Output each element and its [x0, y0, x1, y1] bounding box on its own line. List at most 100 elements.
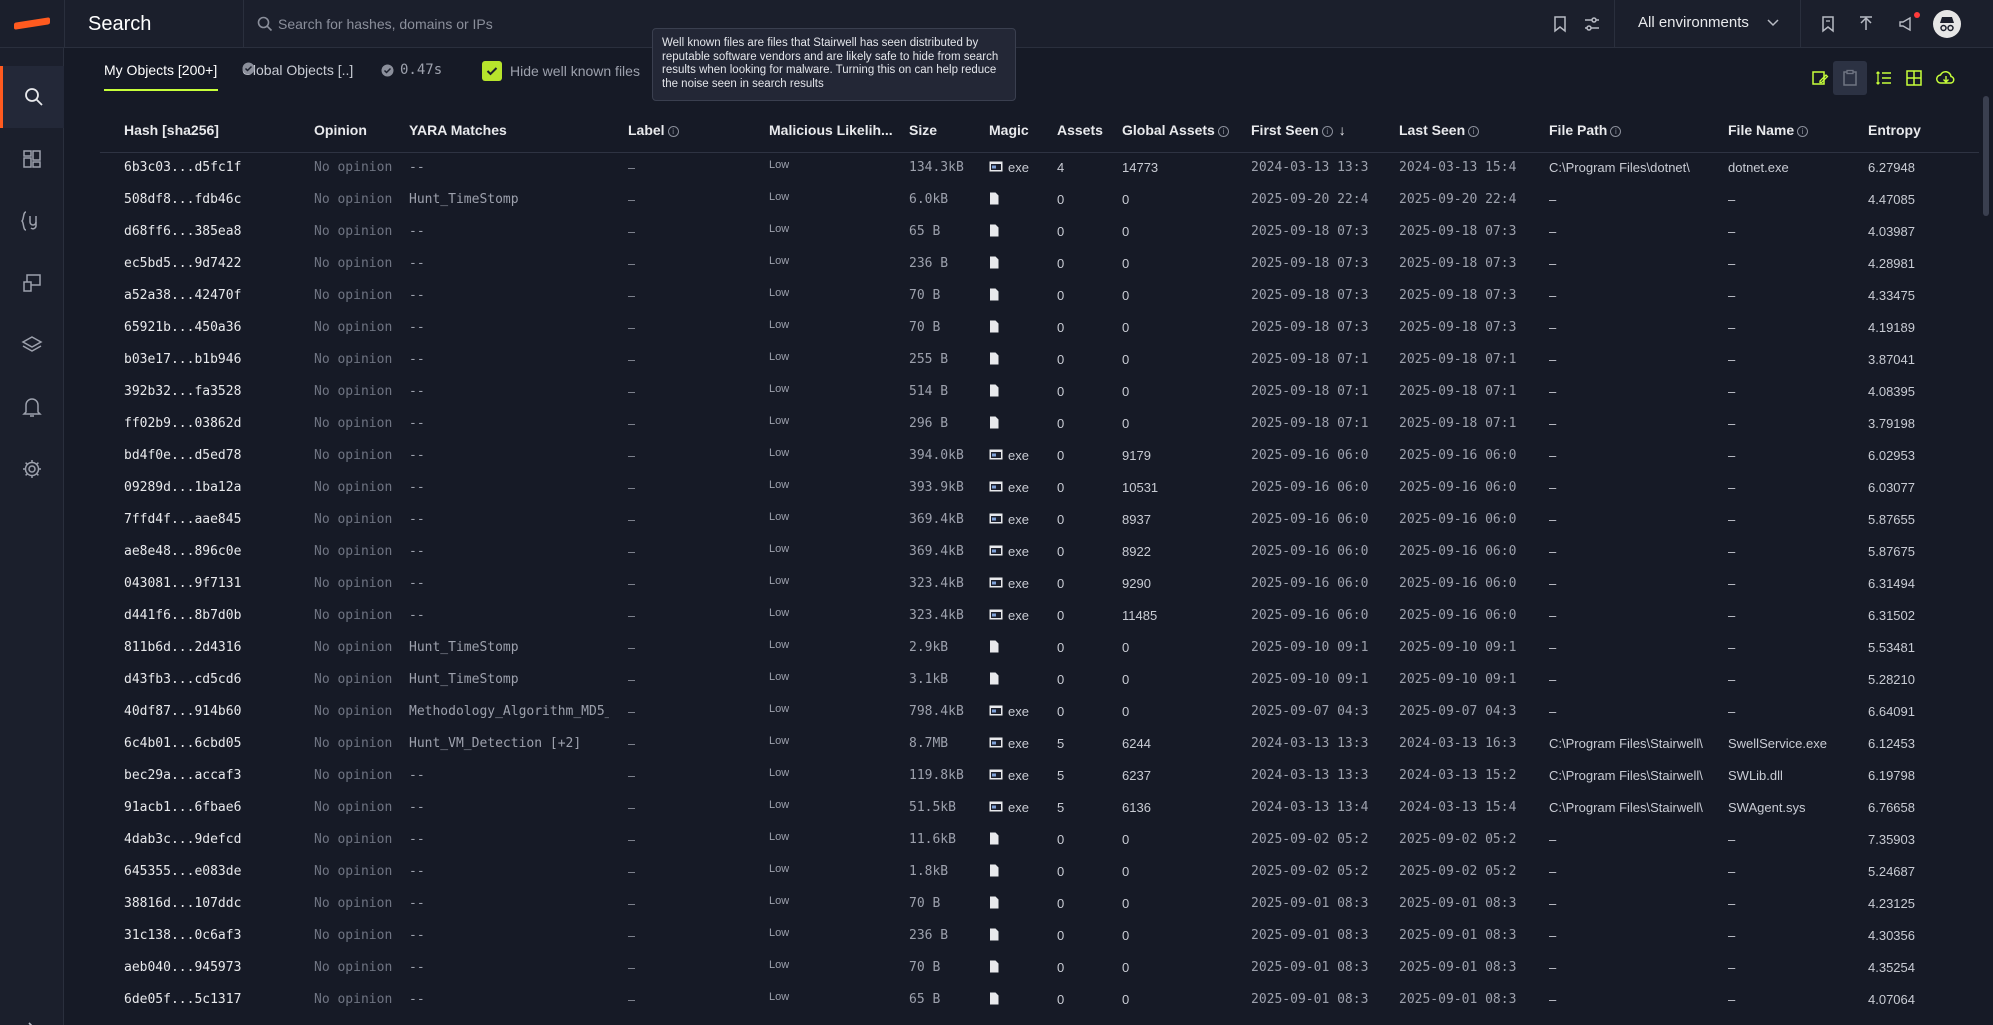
- hash-cell[interactable]: 392b32...fa3528: [124, 384, 241, 399]
- avatar[interactable]: [1933, 10, 1961, 38]
- assets-cell[interactable]: 0: [1057, 928, 1064, 943]
- hash-cell[interactable]: bd4f0e...d5ed78: [124, 448, 241, 463]
- yara-cell[interactable]: --: [409, 224, 609, 239]
- col-file-path[interactable]: File Path i: [1549, 122, 1622, 138]
- yara-cell[interactable]: --: [409, 800, 609, 815]
- logo[interactable]: [0, 0, 65, 48]
- table-row[interactable]: ec5bd5...9d7422 No opinion -- – Low 236 B 0 0 20…: [64, 249, 1979, 281]
- table-row[interactable]: 508df8...fdb46c No opinion Hunt_TimeStomp –…: [64, 185, 1979, 217]
- col-yara[interactable]: YARA Matches: [409, 122, 507, 138]
- sidebar-item-search[interactable]: [0, 66, 64, 128]
- opinion-cell[interactable]: No opinion: [314, 224, 392, 239]
- assets-cell[interactable]: 0: [1057, 384, 1064, 399]
- col-malicious[interactable]: Malicious Likelih...: [769, 122, 893, 138]
- table-row[interactable]: 811b6d...2d4316 No opinion Hunt_TimeStomp –…: [64, 633, 1979, 665]
- sidebar-item-devices[interactable]: [0, 252, 64, 314]
- assets-cell[interactable]: 0: [1057, 704, 1064, 719]
- hash-cell[interactable]: 65921b...450a36: [124, 320, 241, 335]
- opinion-cell[interactable]: No opinion: [314, 928, 392, 943]
- hash-cell[interactable]: 4dab3c...9defcd: [124, 832, 241, 847]
- opinion-cell[interactable]: No opinion: [314, 672, 392, 687]
- global-assets-cell[interactable]: 11485: [1122, 608, 1157, 623]
- assets-cell[interactable]: 4: [1057, 160, 1064, 175]
- assets-cell[interactable]: 0: [1057, 960, 1064, 975]
- columns-grid-icon[interactable]: [1902, 66, 1926, 90]
- opinion-cell[interactable]: No opinion: [314, 704, 392, 719]
- global-assets-cell[interactable]: 0: [1122, 256, 1129, 271]
- yara-cell[interactable]: --: [409, 544, 609, 559]
- opinion-cell[interactable]: No opinion: [314, 256, 392, 271]
- table-row[interactable]: aeb040...945973 No opinion -- – Low 70 B 0 0 202…: [64, 953, 1979, 985]
- table-row[interactable]: ae8e48...896c0e No opinion -- – Low 369.4kB ex…: [64, 537, 1979, 569]
- global-assets-cell[interactable]: 9290: [1122, 576, 1151, 591]
- assets-cell[interactable]: 0: [1057, 864, 1064, 879]
- sidebar-item-yara[interactable]: [0, 190, 64, 252]
- tab-global-objects[interactable]: Global Objects [..]: [242, 62, 353, 78]
- upload-icon[interactable]: [1854, 12, 1878, 36]
- table-row[interactable]: d68ff6...385ea8 No opinion -- – Low 65 B 0 0 202…: [64, 217, 1979, 249]
- assets-cell[interactable]: 0: [1057, 416, 1064, 431]
- hash-cell[interactable]: 811b6d...2d4316: [124, 640, 241, 655]
- yara-cell[interactable]: --: [409, 928, 609, 943]
- opinion-cell[interactable]: No opinion: [314, 736, 392, 751]
- yara-cell[interactable]: --: [409, 832, 609, 847]
- hash-cell[interactable]: a52a38...42470f: [124, 288, 241, 303]
- global-assets-cell[interactable]: 0: [1122, 992, 1129, 1007]
- opinion-cell[interactable]: No opinion: [314, 192, 392, 207]
- assets-cell[interactable]: 0: [1057, 224, 1064, 239]
- hash-cell[interactable]: 6c4b01...6cbd05: [124, 736, 241, 751]
- table-row[interactable]: 38816d...107ddc No opinion -- – Low 70 B 0 0 202…: [64, 889, 1979, 921]
- opinion-cell[interactable]: No opinion: [314, 544, 392, 559]
- global-assets-cell[interactable]: 6136: [1122, 800, 1151, 815]
- hash-cell[interactable]: 6b3c03...d5fc1f: [124, 160, 241, 175]
- yara-cell[interactable]: --: [409, 608, 609, 623]
- opinion-cell[interactable]: No opinion: [314, 768, 392, 783]
- col-opinion[interactable]: Opinion: [314, 122, 367, 138]
- hash-cell[interactable]: d68ff6...385ea8: [124, 224, 241, 239]
- sidebar-expand-button[interactable]: [0, 1008, 64, 1025]
- filter-settings-icon[interactable]: [1580, 12, 1604, 36]
- global-assets-cell[interactable]: 0: [1122, 384, 1129, 399]
- clipboard-icon[interactable]: [1833, 61, 1867, 95]
- assets-cell[interactable]: 0: [1057, 640, 1064, 655]
- assets-cell[interactable]: 0: [1057, 576, 1064, 591]
- opinion-cell[interactable]: No opinion: [314, 320, 392, 335]
- assets-cell[interactable]: 5: [1057, 768, 1064, 783]
- yara-cell[interactable]: Hunt_TimeStomp: [409, 192, 609, 207]
- assets-cell[interactable]: 0: [1057, 512, 1064, 527]
- tab-my-objects[interactable]: My Objects [200+]: [104, 62, 217, 78]
- table-row[interactable]: 31c138...0c6af3 No opinion -- – Low 236 B 0 0 20…: [64, 921, 1979, 953]
- global-assets-cell[interactable]: 0: [1122, 224, 1129, 239]
- table-row[interactable]: 65921b...450a36 No opinion -- – Low 70 B 0 0 202…: [64, 313, 1979, 345]
- hash-cell[interactable]: 7ffd4f...aae845: [124, 512, 241, 527]
- global-assets-cell[interactable]: 0: [1122, 640, 1129, 655]
- hash-cell[interactable]: ec5bd5...9d7422: [124, 256, 241, 271]
- opinion-cell[interactable]: No opinion: [314, 608, 392, 623]
- opinion-cell[interactable]: No opinion: [314, 576, 392, 591]
- yara-cell[interactable]: --: [409, 512, 609, 527]
- hash-cell[interactable]: d43fb3...cd5cd6: [124, 672, 241, 687]
- table-row[interactable]: ff02b9...03862d No opinion -- – Low 296 B 0 0 20…: [64, 409, 1979, 441]
- opinion-cell[interactable]: No opinion: [314, 480, 392, 495]
- col-hash[interactable]: Hash [sha256]: [124, 122, 219, 138]
- yara-cell[interactable]: --: [409, 160, 609, 175]
- col-magic[interactable]: Magic: [989, 122, 1029, 138]
- opinion-cell[interactable]: No opinion: [314, 352, 392, 367]
- global-assets-cell[interactable]: 0: [1122, 832, 1129, 847]
- hash-cell[interactable]: ff02b9...03862d: [124, 416, 241, 431]
- yara-cell[interactable]: Hunt_TimeStomp: [409, 672, 609, 687]
- yara-cell[interactable]: Hunt_VM_Detection [+2]: [409, 736, 609, 751]
- assets-cell[interactable]: 0: [1057, 896, 1064, 911]
- row-density-icon[interactable]: [1872, 66, 1896, 90]
- table-row[interactable]: 09289d...1ba12a No opinion -- – Low 393.9kB ex…: [64, 473, 1979, 505]
- hash-cell[interactable]: bec29a...accaf3: [124, 768, 241, 783]
- table-row[interactable]: d43fb3...cd5cd6 No opinion Hunt_TimeStomp –…: [64, 665, 1979, 697]
- table-row[interactable]: d441f6...8b7d0b No opinion -- – Low 323.4kB ex…: [64, 601, 1979, 633]
- yara-cell[interactable]: --: [409, 352, 609, 367]
- opinion-cell[interactable]: No opinion: [314, 384, 392, 399]
- table-row[interactable]: 392b32...fa3528 No opinion -- – Low 514 B 0 0 20…: [64, 377, 1979, 409]
- opinion-cell[interactable]: No opinion: [314, 992, 392, 1007]
- scrollbar[interactable]: [1983, 96, 1989, 216]
- assets-cell[interactable]: 0: [1057, 256, 1064, 271]
- global-assets-cell[interactable]: 8922: [1122, 544, 1151, 559]
